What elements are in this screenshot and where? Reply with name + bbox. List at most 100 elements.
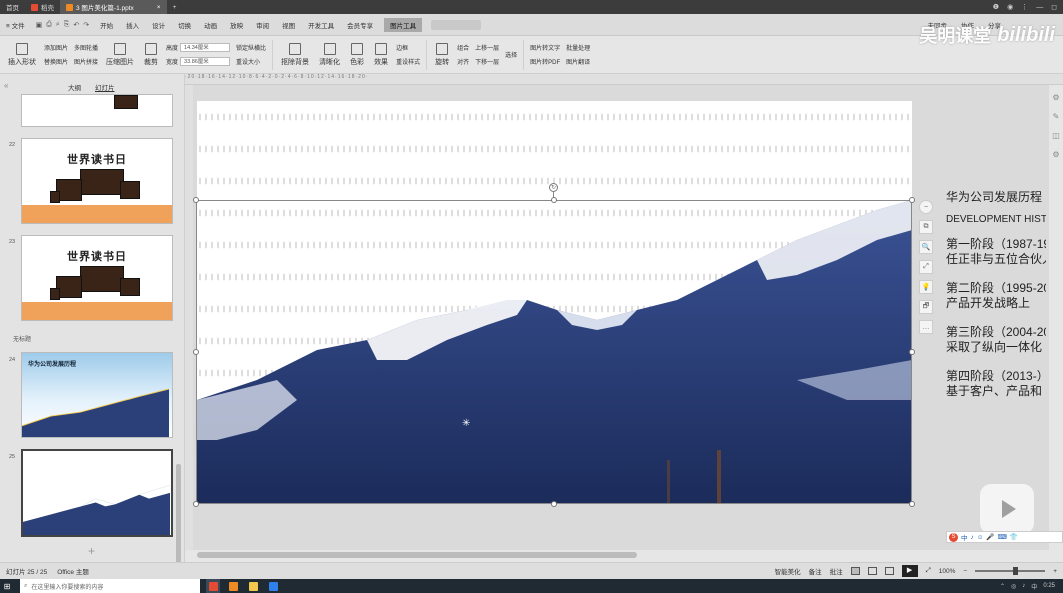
- add-picture-button[interactable]: 添加图片: [44, 43, 68, 52]
- menu-developer[interactable]: 开发工具: [306, 18, 336, 32]
- lock-ratio-checkbox[interactable]: 锁定纵横比: [236, 43, 266, 52]
- sorter-view-icon[interactable]: [867, 567, 877, 575]
- reset-style-button[interactable]: 重设样式: [396, 57, 420, 66]
- zoom-in-icon[interactable]: +: [1053, 568, 1057, 575]
- restore-icon[interactable]: ◻: [1051, 3, 1057, 11]
- horizontal-scrollbar[interactable]: [185, 550, 1049, 560]
- search-input[interactable]: [431, 19, 482, 30]
- tab-document[interactable]: 3 图片美化篇-1.pptx ×: [60, 0, 167, 14]
- more-icon[interactable]: ⋮: [1021, 3, 1028, 11]
- resize-handle[interactable]: [551, 501, 557, 507]
- resize-handle[interactable]: [193, 349, 199, 355]
- pdf-icon[interactable]: ⎘: [64, 21, 70, 29]
- redo-icon[interactable]: ↷: [83, 21, 89, 29]
- zoom-out-icon[interactable]: −: [963, 568, 967, 575]
- menu-member[interactable]: 会员专享: [345, 18, 375, 32]
- minimize-icon[interactable]: —: [1036, 4, 1043, 11]
- tab-docer[interactable]: 稻壳: [25, 0, 60, 14]
- folder-app-icon[interactable]: [246, 579, 260, 593]
- smart-beautify-button[interactable]: 智能美化: [775, 566, 801, 576]
- wps-app-icon[interactable]: [206, 579, 220, 593]
- fox-app-icon[interactable]: [226, 579, 240, 593]
- mountain-picture[interactable]: [197, 200, 912, 504]
- taskbar-search[interactable]: ⌕ 在这里输入你要搜索的内容: [20, 579, 200, 593]
- menu-transition[interactable]: 切换: [176, 18, 193, 32]
- menu-slideshow[interactable]: 放映: [228, 18, 245, 32]
- menu-animation[interactable]: 动画: [202, 18, 219, 32]
- matting-button[interactable]: 抠除背景: [279, 38, 311, 72]
- file-menu[interactable]: ≡ 文件: [4, 18, 27, 32]
- layers-icon[interactable]: ⧉: [919, 220, 933, 234]
- border-button[interactable]: 边框: [396, 43, 420, 52]
- height-field[interactable]: 14.34厘米: [180, 43, 231, 52]
- color-button[interactable]: 色彩: [348, 38, 366, 72]
- thumbnail-scrollbar[interactable]: [176, 464, 181, 564]
- translate-button[interactable]: 图片翻译: [566, 57, 590, 66]
- crop-button[interactable]: 裁剪: [142, 38, 160, 72]
- rotate-button[interactable]: 旋转: [433, 38, 451, 72]
- copy-icon[interactable]: 🗗: [919, 300, 933, 314]
- tab-slides[interactable]: 幻灯片: [95, 82, 115, 92]
- menu-insert[interactable]: 插入: [124, 18, 141, 32]
- idea-icon[interactable]: 💡: [919, 280, 933, 294]
- notes-button[interactable]: 备注: [809, 566, 822, 576]
- align-button[interactable]: 对齐: [457, 57, 469, 66]
- ime-lang[interactable]: 中: [961, 532, 968, 542]
- close-tab-icon[interactable]: ×: [157, 4, 161, 11]
- print-icon[interactable]: ⎙: [46, 21, 52, 29]
- select-button[interactable]: 选择: [505, 50, 517, 59]
- width-field[interactable]: 33.86厘米: [180, 57, 231, 66]
- group-button[interactable]: 组合: [457, 43, 469, 52]
- tray-up-icon[interactable]: ⌃: [1000, 583, 1005, 590]
- menu-picture-tools[interactable]: 图片工具: [384, 17, 423, 32]
- play-slideshow-icon[interactable]: ▶: [901, 565, 918, 577]
- preview-icon[interactable]: ⌕: [56, 21, 60, 29]
- ime-punct-icon[interactable]: ♪: [971, 534, 974, 541]
- resize-handle[interactable]: [909, 349, 915, 355]
- new-tab-button[interactable]: +: [167, 0, 183, 14]
- ime-toolbar[interactable]: S 中 ♪ ☺ 🎤 ⌨ 👕: [946, 531, 1063, 543]
- add-slide-button[interactable]: +: [88, 544, 95, 558]
- slide-thumbnail[interactable]: [21, 94, 173, 127]
- zoom-slider[interactable]: [975, 567, 1046, 575]
- menu-design[interactable]: 设计: [150, 18, 167, 32]
- zoom-level[interactable]: 100%: [939, 568, 956, 575]
- to-pdf-button[interactable]: 图片转PDF: [530, 57, 560, 66]
- zoom-icon[interactable]: 🔍: [919, 240, 933, 254]
- menu-home[interactable]: 开始: [98, 18, 115, 32]
- windows-start-icon[interactable]: ⊞: [0, 579, 14, 593]
- tray-ime[interactable]: 中: [1031, 582, 1037, 591]
- scrollbar-thumb[interactable]: [197, 552, 637, 558]
- zoom-thumb[interactable]: [1013, 567, 1019, 575]
- ime-keyboard-icon[interactable]: ⌨: [997, 533, 1006, 541]
- pen-icon[interactable]: ✎: [1053, 112, 1060, 121]
- up-layer-button[interactable]: 上移一层: [475, 43, 499, 52]
- multi-layout-button[interactable]: 多图轮播: [74, 43, 98, 52]
- effects-button[interactable]: 效果: [372, 38, 390, 72]
- slide-thumbnail[interactable]: 世界读书日: [21, 235, 173, 321]
- menu-review[interactable]: 审阅: [254, 18, 271, 32]
- resize-handle[interactable]: [193, 501, 199, 507]
- tab-home[interactable]: 首页: [0, 0, 25, 14]
- slide-thumbnail[interactable]: 华为公司发展历程: [21, 352, 173, 438]
- fit-icon[interactable]: ⤢: [926, 567, 931, 575]
- down-layer-button[interactable]: 下移一层: [475, 57, 499, 66]
- slide-thumbnail-current[interactable]: [21, 449, 173, 537]
- reading-view-icon[interactable]: [884, 567, 894, 575]
- properties-icon[interactable]: ⚙: [1052, 93, 1059, 102]
- insert-shape-button[interactable]: 插入形状: [6, 38, 38, 72]
- more-options-icon[interactable]: …: [919, 320, 933, 334]
- rotate-handle-icon[interactable]: ↻: [549, 183, 558, 192]
- resize-handle[interactable]: [193, 197, 199, 203]
- network-icon[interactable]: ◎: [1011, 583, 1016, 590]
- user-avatar[interactable]: ◉: [1007, 3, 1013, 11]
- normal-view-icon[interactable]: [850, 567, 860, 575]
- crop-tool-icon[interactable]: ⤢: [919, 260, 933, 274]
- clock[interactable]: 0:25: [1043, 583, 1055, 589]
- ime-skin-icon[interactable]: 👕: [1010, 533, 1018, 541]
- replace-picture-button[interactable]: 替换图片: [44, 57, 68, 66]
- volume-icon[interactable]: ♪: [1022, 583, 1025, 589]
- resize-handle[interactable]: [551, 197, 557, 203]
- slide-canvas[interactable]: [197, 101, 912, 504]
- window-icon[interactable]: ◫: [1052, 131, 1060, 140]
